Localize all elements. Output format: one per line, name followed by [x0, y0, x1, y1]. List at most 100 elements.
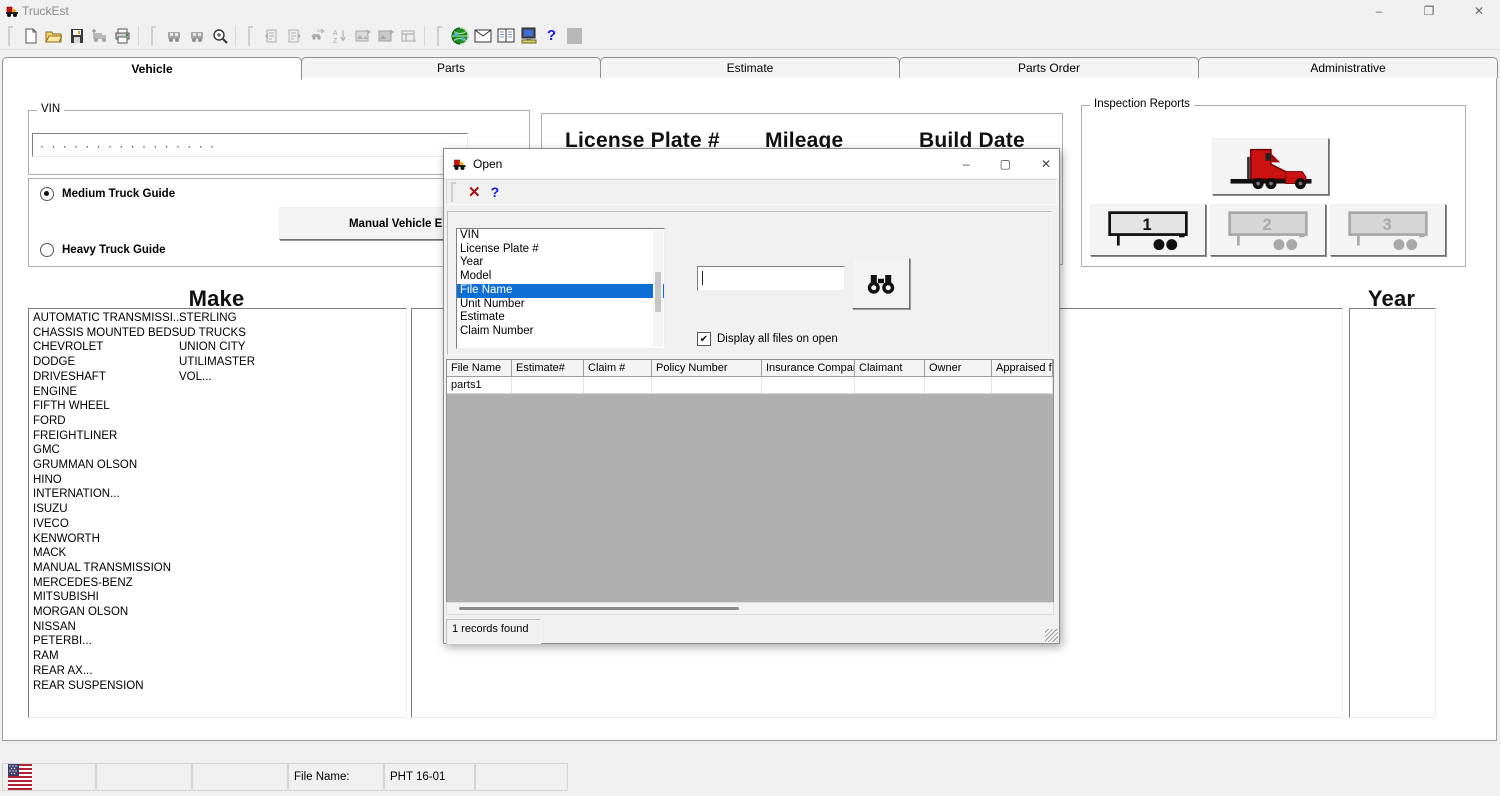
make-item[interactable]: IVECO	[29, 517, 175, 532]
make-item[interactable]: ISUZU	[29, 502, 175, 517]
toolbar-grip[interactable]	[437, 26, 442, 46]
tab-parts-order[interactable]: Parts Order	[899, 57, 1199, 78]
help-icon[interactable]: ?	[540, 24, 563, 47]
make-item[interactable]: NISSAN	[29, 620, 175, 635]
make-item[interactable]: CHASSIS MOUNTED BEDS	[29, 326, 175, 341]
tab-vehicle[interactable]: Vehicle	[2, 57, 302, 80]
column-header[interactable]: Appraised fo	[992, 360, 1053, 377]
dialog-close-button[interactable]: ✕	[1041, 157, 1051, 171]
make-item[interactable]: MANUAL TRANSMISSION	[29, 561, 175, 576]
make-item[interactable]: VOL...	[175, 370, 395, 385]
results-table-row[interactable]: parts1	[447, 377, 1053, 394]
search-field-scrollbar[interactable]	[653, 230, 663, 347]
make-item[interactable]: HINO	[29, 473, 175, 488]
column-header[interactable]: File Name	[447, 360, 512, 377]
scrollbar-thumb[interactable]	[459, 607, 739, 610]
inspection-reports-groupbox: Inspection Reports 1	[1081, 105, 1466, 267]
zoom-icon[interactable]	[208, 24, 231, 47]
make-item[interactable]: DODGE	[29, 355, 175, 370]
search-field-item[interactable]: Estimate	[457, 311, 664, 325]
globe-icon[interactable]	[448, 24, 471, 47]
search-field-item[interactable]: Claim Number	[457, 325, 664, 339]
us-flag-icon	[8, 764, 32, 790]
window-minimize-button[interactable]: –	[1368, 4, 1390, 18]
app-titlebar: TruckEst – ❐ ✕	[0, 0, 1500, 22]
toolbar-grip[interactable]	[8, 26, 13, 46]
column-header[interactable]: Owner	[925, 360, 992, 377]
year-listbox[interactable]	[1349, 308, 1436, 718]
search-input[interactable]	[697, 266, 845, 291]
tab-estimate[interactable]: Estimate	[600, 57, 900, 78]
trailer-1-inspection-button[interactable]: 1	[1090, 204, 1206, 256]
search-field-listbox[interactable]: VINLicense Plate #YearModelFile NameUnit…	[456, 228, 665, 349]
toolbar-grip[interactable]	[248, 26, 253, 46]
make-item[interactable]: GRUMMAN OLSON	[29, 458, 175, 473]
make-item[interactable]: FORD	[29, 414, 175, 429]
mail-icon[interactable]	[471, 24, 494, 47]
search-field-item[interactable]: Year	[457, 256, 664, 270]
make-item[interactable]: UTILIMASTER	[175, 355, 395, 370]
make-item[interactable]: GMC	[29, 443, 175, 458]
column-header[interactable]: Claim #	[584, 360, 652, 377]
make-item[interactable]: KENWORTH	[29, 532, 175, 547]
dialog-toolbar-grip[interactable]	[451, 182, 456, 202]
open-folder-icon[interactable]	[42, 24, 65, 47]
search-field-item[interactable]: VIN	[457, 229, 664, 243]
make-item[interactable]: UNION CITY	[175, 340, 395, 355]
make-item[interactable]: AUTOMATIC TRANSMISSI...	[29, 311, 175, 326]
make-item[interactable]: CHEVROLET	[29, 340, 175, 355]
toolbar-grip[interactable]	[151, 26, 156, 46]
make-item[interactable]: ENGINE	[29, 385, 175, 400]
make-item[interactable]: MITSUBISHI	[29, 590, 175, 605]
make-item[interactable]: INTERNATION...	[29, 487, 175, 502]
vin-input[interactable]: · · · · · · · · · · · · · · · ·	[32, 133, 468, 157]
dialog-cancel-icon[interactable]: ✕	[468, 183, 481, 201]
search-button[interactable]	[852, 258, 910, 309]
trailer-1-number: 1	[1143, 216, 1152, 234]
dialog-help-icon[interactable]: ?	[491, 184, 500, 200]
make-listbox[interactable]: AUTOMATIC TRANSMISSI...CHASSIS MOUNTED B…	[28, 308, 407, 718]
make-item[interactable]: FREIGHTLINER	[29, 429, 175, 444]
trailer-3-inspection-button: 3	[1330, 204, 1446, 256]
results-horizontal-scrollbar[interactable]	[446, 602, 1054, 615]
dialog-maximize-button[interactable]: ▢	[1000, 157, 1011, 171]
make-item[interactable]: MACK	[29, 546, 175, 561]
new-file-icon[interactable]	[19, 24, 42, 47]
column-header[interactable]: Estimate#	[512, 360, 584, 377]
tab-parts[interactable]: Parts	[301, 57, 601, 78]
column-header[interactable]: Insurance Company	[762, 360, 855, 377]
vin-input-value: · · · · · · · · · · · · · · · ·	[33, 134, 467, 153]
make-item[interactable]: DRIVESHAFT	[29, 370, 175, 385]
print-icon[interactable]	[111, 24, 134, 47]
statusbar-cell	[192, 763, 288, 791]
make-item[interactable]: RAM	[29, 649, 175, 664]
make-item[interactable]: UD TRUCKS	[175, 326, 395, 341]
resize-grip[interactable]	[1045, 629, 1058, 642]
medium-truck-guide-radio[interactable]	[40, 187, 54, 201]
make-item[interactable]: MERCEDES-BENZ	[29, 576, 175, 591]
make-item[interactable]: REAR SUSPENSION	[29, 679, 175, 694]
make-item[interactable]: FIFTH WHEEL	[29, 399, 175, 414]
heavy-truck-guide-radio[interactable]	[40, 243, 54, 257]
make-item[interactable]: STERLING	[175, 311, 395, 326]
make-item[interactable]: REAR AX...	[29, 664, 175, 679]
search-field-item[interactable]: Model	[457, 270, 664, 284]
make-item[interactable]: MORGAN OLSON	[29, 605, 175, 620]
tractor-inspection-button[interactable]	[1212, 138, 1329, 195]
column-header[interactable]: Claimant	[855, 360, 925, 377]
search-field-item[interactable]: File Name	[457, 284, 664, 298]
tab-administrative[interactable]: Administrative	[1198, 57, 1498, 78]
display-all-files-checkbox[interactable]: ✔	[697, 332, 711, 346]
ledger-icon[interactable]	[494, 24, 517, 47]
save-icon[interactable]	[65, 24, 88, 47]
search-field-item[interactable]: License Plate #	[457, 243, 664, 257]
open-dialog: Open – ▢ ✕ ✕ ? VINLicense Plate #YearMod…	[443, 148, 1060, 644]
make-item[interactable]: PETERBI...	[29, 634, 175, 649]
search-field-item[interactable]: Unit Number	[457, 298, 664, 312]
window-close-button[interactable]: ✕	[1468, 4, 1490, 18]
open-dialog-titlebar[interactable]: Open – ▢ ✕	[444, 149, 1059, 178]
window-restore-button[interactable]: ❐	[1418, 4, 1440, 18]
computer-icon[interactable]	[517, 24, 540, 47]
column-header[interactable]: Policy Number	[652, 360, 762, 377]
dialog-minimize-button[interactable]: –	[963, 157, 970, 171]
